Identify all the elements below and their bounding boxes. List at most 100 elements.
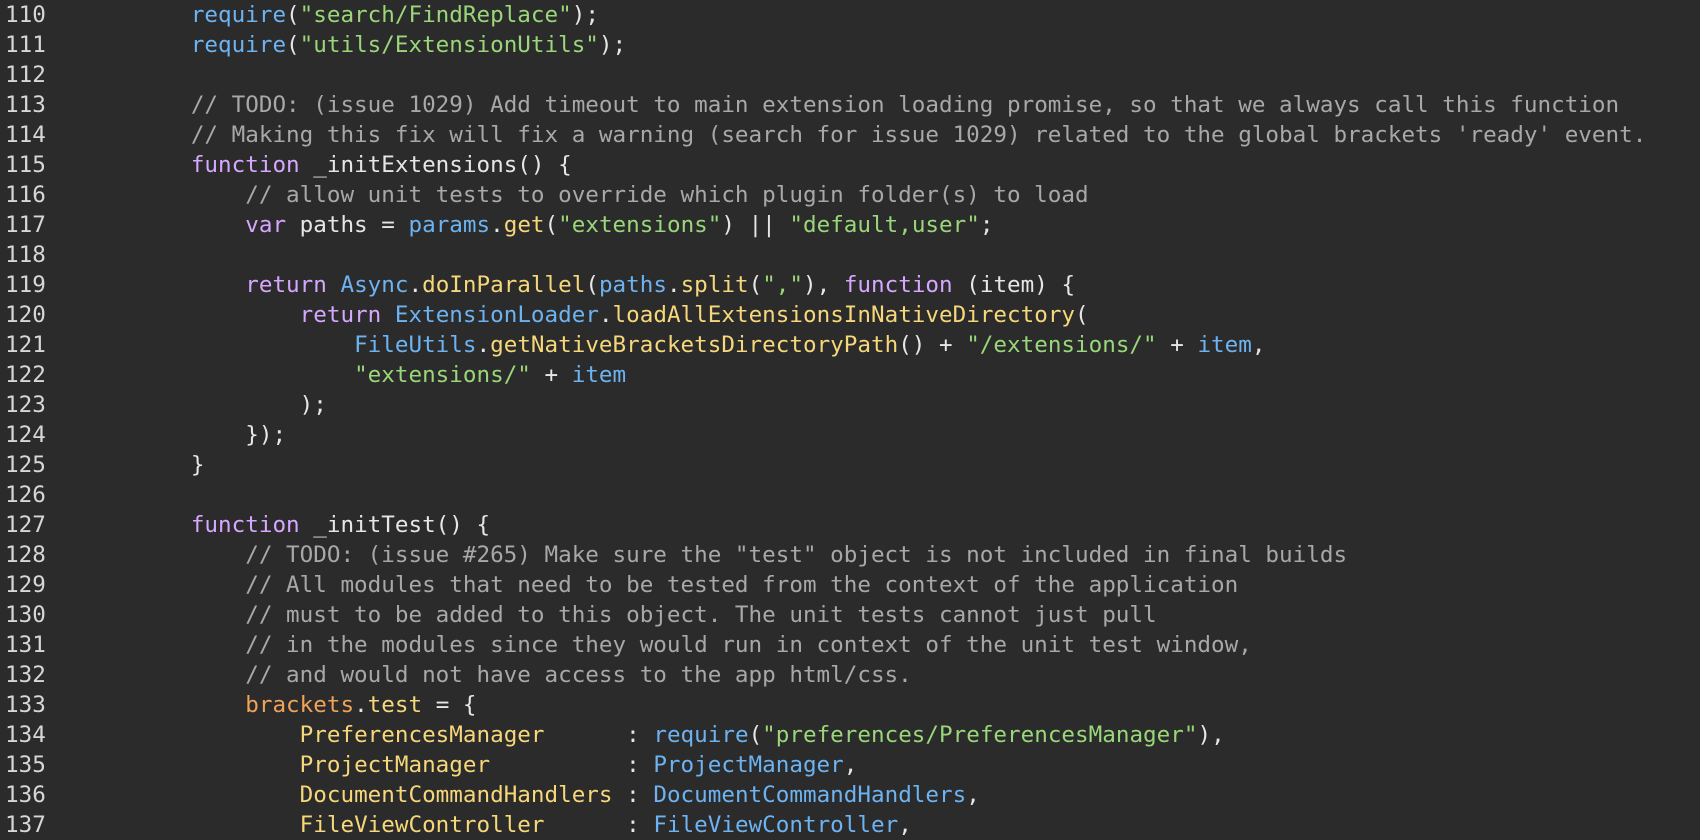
line-number: 134 [5, 722, 46, 748]
line-number: 130 [5, 602, 46, 628]
code-token: item [1197, 332, 1252, 358]
line-number: 110 [5, 2, 46, 28]
code-line[interactable]: 114 // Making this fix will fix a warnin… [0, 120, 1700, 150]
code-line[interactable]: 122 "extensions/" + item [0, 360, 1700, 390]
code-text: // in the modules since they would run i… [82, 630, 1252, 660]
code-token: var [245, 212, 287, 238]
code-token: function [843, 272, 953, 298]
code-token: ( [585, 272, 599, 298]
line-number: 114 [5, 122, 46, 148]
code-token: + [1156, 332, 1198, 358]
code-line[interactable]: 113 // TODO: (issue 1029) Add timeout to… [0, 90, 1700, 120]
line-number: 133 [5, 692, 46, 718]
code-token: ProjectManager [653, 752, 844, 778]
code-text: // TODO: (issue #265) Make sure the "tes… [82, 540, 1347, 570]
code-line[interactable]: 133 brackets.test = { [0, 690, 1700, 720]
code-line[interactable]: 125 } [0, 450, 1700, 480]
code-token: . [354, 692, 368, 718]
line-number: 131 [5, 632, 46, 658]
code-token: DocumentCommandHandlers [653, 782, 967, 808]
code-text: ProjectManager : ProjectManager, [82, 750, 858, 780]
code-token: _initTest() { [299, 512, 491, 538]
code-text: // TODO: (issue 1029) Add timeout to mai… [82, 90, 1619, 120]
code-text: "extensions/" + item [82, 360, 626, 390]
code-token: test [367, 692, 423, 718]
line-number: 117 [5, 212, 46, 238]
code-text: DocumentCommandHandlers : DocumentComman… [82, 780, 980, 810]
code-token: ( [748, 722, 763, 748]
code-line[interactable]: 120 return ExtensionLoader.loadAllExtens… [0, 300, 1700, 330]
code-text: function _initExtensions() { [82, 150, 572, 180]
code-token: + [530, 362, 572, 388]
line-number: 115 [5, 152, 46, 178]
line-number: 137 [5, 812, 46, 838]
line-number: 118 [5, 242, 46, 268]
code-line[interactable]: 116 // allow unit tests to override whic… [0, 180, 1700, 210]
code-text: var paths = params.get("extensions") || … [82, 210, 993, 240]
code-token: DocumentCommandHandlers [299, 782, 613, 808]
code-token: // Making this fix will fix a warning (s… [190, 122, 1647, 148]
code-token: , [898, 812, 912, 838]
code-token: require [190, 2, 287, 28]
code-line[interactable]: 123 ); [0, 390, 1700, 420]
code-text: brackets.test = { [82, 690, 476, 720]
code-line[interactable]: 110 require("search/FindReplace"); [0, 0, 1700, 30]
code-line[interactable]: 115 function _initExtensions() { [0, 150, 1700, 180]
code-line[interactable]: 136 DocumentCommandHandlers : DocumentCo… [0, 780, 1700, 810]
line-number: 120 [5, 302, 46, 328]
code-line[interactable]: 124 }); [0, 420, 1700, 450]
code-line[interactable]: 119 return Async.doInParallel(paths.spli… [0, 270, 1700, 300]
code-line[interactable]: 112 [0, 60, 1700, 90]
code-token: ) || [721, 212, 790, 238]
code-line[interactable]: 117 var paths = params.get("extensions")… [0, 210, 1700, 240]
code-line[interactable]: 130 // must to be added to this object. … [0, 600, 1700, 630]
code-token: // must to be added to this object. The … [245, 602, 1157, 628]
code-token: getNativeBracketsDirectoryPath [490, 332, 899, 358]
code-token: require [190, 32, 287, 58]
code-token: , [1251, 332, 1266, 358]
code-token: "search/FindReplace" [299, 2, 572, 28]
code-line[interactable]: 132 // and would not have access to the … [0, 660, 1700, 690]
code-line[interactable]: 121 FileUtils.getNativeBracketsDirectory… [0, 330, 1700, 360]
code-token: : [490, 752, 654, 778]
code-token: require [653, 722, 749, 748]
line-number: 111 [5, 32, 46, 58]
code-text: function _initTest() { [82, 510, 490, 540]
code-token: ( [286, 2, 300, 28]
line-number: 136 [5, 782, 46, 808]
code-token: "default,user" [789, 212, 980, 238]
code-token: (item) { [952, 272, 1076, 298]
code-token: "preferences/PreferencesManager" [762, 722, 1198, 748]
code-line[interactable]: 129 // All modules that need to be teste… [0, 570, 1700, 600]
code-line[interactable]: 131 // in the modules since they would r… [0, 630, 1700, 660]
code-token: , [966, 782, 980, 808]
code-token: "extensions" [558, 212, 722, 238]
code-text: require("utils/ExtensionUtils"); [82, 30, 626, 60]
code-token: , [843, 752, 858, 778]
code-line[interactable]: 118 [0, 240, 1700, 270]
code-token: paths [598, 272, 667, 298]
code-line[interactable]: 137 FileViewController : FileViewControl… [0, 810, 1700, 840]
code-token: ); [598, 32, 627, 58]
code-token: ; [979, 212, 994, 238]
code-token: "," [762, 272, 803, 298]
code-token: // allow unit tests to override which pl… [245, 182, 1089, 208]
code-line[interactable]: 111 require("utils/ExtensionUtils"); [0, 30, 1700, 60]
code-token: function [190, 512, 300, 538]
code-token: : [544, 812, 654, 838]
code-line[interactable]: 128 // TODO: (issue #265) Make sure the … [0, 540, 1700, 570]
code-token: . [666, 272, 681, 298]
code-line[interactable]: 126 [0, 480, 1700, 510]
code-line[interactable]: 135 ProjectManager : ProjectManager, [0, 750, 1700, 780]
code-editor[interactable]: 110 require("search/FindReplace"); 111 re… [0, 0, 1700, 840]
code-line[interactable]: 127 function _initTest() { [0, 510, 1700, 540]
code-line[interactable]: 134 PreferencesManager : require("prefer… [0, 720, 1700, 750]
line-number: 132 [5, 662, 46, 688]
